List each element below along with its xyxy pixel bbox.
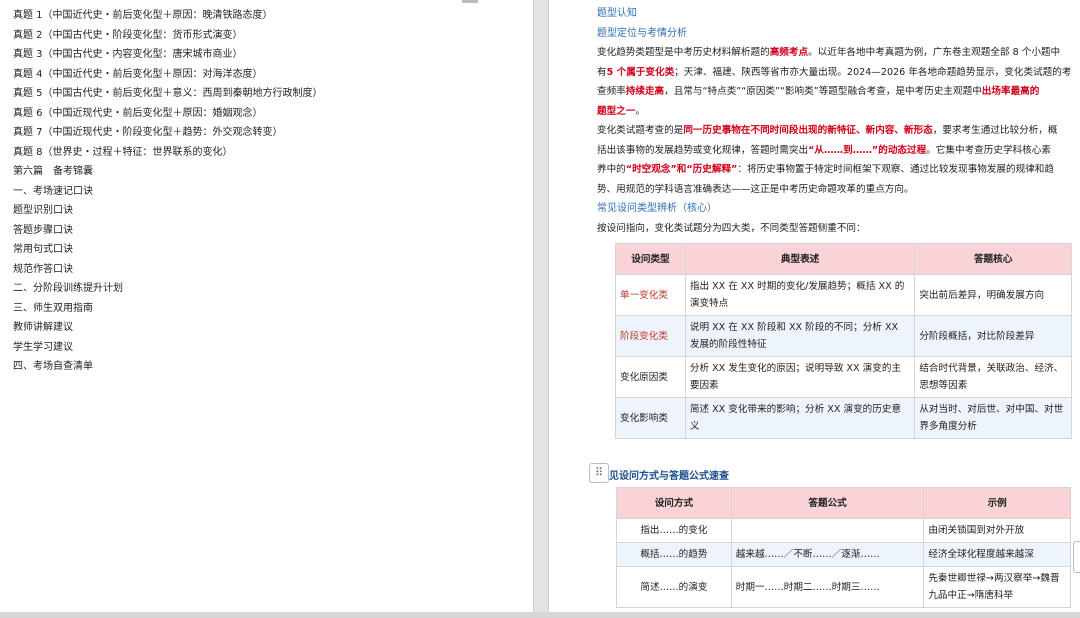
left-page: 真题 1（中国近代史・前后变化型＋原因：晚清铁路态度） 真题 2（中国古代史・阶… bbox=[0, 0, 534, 612]
table-header: 典型表述 bbox=[684, 243, 916, 275]
question-type-table: 设问类型 典型表述 答题核心 单一变化类 指出 XX 在 XX 时期的变化/发展… bbox=[615, 243, 1072, 439]
table-cell: 简述 XX 变化带来的影响；分析 XX 演变的历史意义 bbox=[684, 397, 916, 439]
heading-formula-lookup: 见设问方式与答题公式速查 bbox=[609, 471, 729, 482]
outline-item[interactable]: 真题 7（中国近现代史・阶段变化型＋趋势：外交观念转变） bbox=[13, 123, 323, 143]
top-marker bbox=[462, 0, 478, 3]
document-body: 题型认知 题型定位与考情分析 变化趋势类题型是中考历史材料解析题的高频考点。以近… bbox=[597, 4, 1077, 238]
page-gutter bbox=[534, 0, 548, 612]
table-row: 指出……的变化 由闭关锁国到对外开放 bbox=[616, 518, 1071, 543]
outline-item[interactable]: 三、师生双用指南 bbox=[13, 299, 323, 319]
outline-item[interactable]: 常用句式口诀 bbox=[13, 240, 323, 260]
outline-item[interactable]: 答题步骤口诀 bbox=[13, 221, 323, 241]
paragraph-line: 题型之一。 bbox=[597, 105, 645, 117]
paragraph-line: 变化类试题考查的是同一历史事物在不同时间段出现的新特征、新内容、新形态，要求考生… bbox=[597, 125, 1058, 136]
outline-item[interactable]: 真题 4（中国近代史・前后变化型＋原因：对海洋态度） bbox=[13, 65, 323, 85]
table-cell: 先秦世卿世禄→两汉察举→魏晋九品中正→隋唐科举 bbox=[923, 566, 1071, 608]
outline-item[interactable]: 真题 8（世界史・过程＋特征：世界联系的变化） bbox=[13, 143, 323, 163]
paragraph-line: 括出该事物的发展趋势或变化规律，答题时需突出“从……到……”的动态过程。它集中考… bbox=[597, 144, 1051, 156]
outline-item[interactable]: 第六篇 备考锦囊 bbox=[13, 162, 323, 182]
table-cell: 分析 XX 发生变化的原因；说明导致 XX 演变的主要因素 bbox=[684, 356, 916, 398]
table-header: 设问类型 bbox=[615, 243, 686, 275]
table-header: 设问方式 bbox=[616, 487, 732, 519]
table-cell: 阶段变化类 bbox=[615, 315, 686, 357]
formula-table: 设问方式 答题公式 示例 指出……的变化 由闭关锁国到对外开放 概括……的趋势 … bbox=[616, 487, 1071, 608]
outline-item[interactable]: 真题 3（中国古代史・内容变化型：唐宋城市商业） bbox=[13, 45, 323, 65]
table-cell: 变化影响类 bbox=[615, 397, 686, 439]
outline-item[interactable]: 学生学习建议 bbox=[13, 338, 323, 358]
right-page: 题型认知 题型定位与考情分析 变化趋势类题型是中考历史材料解析题的高频考点。以近… bbox=[548, 0, 1080, 612]
table-cell: 结合时代背景，关联政治、经济、思想等因素 bbox=[914, 356, 1072, 398]
table-header: 答题公式 bbox=[730, 487, 925, 519]
table-cell: 由闭关锁国到对外开放 bbox=[923, 518, 1071, 543]
outline-item[interactable]: 题型识别口诀 bbox=[13, 201, 323, 221]
outline-item[interactable]: 真题 2（中国古代史・阶段变化型：货币形式演变） bbox=[13, 26, 323, 46]
table-row: 变化原因类 分析 XX 发生变化的原因；说明导致 XX 演变的主要因素 结合时代… bbox=[615, 356, 1072, 398]
paragraph-line: 变化趋势类题型是中考历史材料解析题的高频考点。以近年各地中考真题为例，广东卷主观… bbox=[597, 47, 1061, 58]
table-cell: 单一变化类 bbox=[615, 274, 686, 316]
table-cell: 从对当时、对后世、对中国、对世界多角度分析 bbox=[914, 397, 1072, 439]
paragraph-line: 有5 个属于变化类；天津、福建、陕西等省市亦大量出现。2024—2026 年各地… bbox=[597, 66, 1072, 78]
table-header: 答题核心 bbox=[914, 243, 1072, 275]
heading-question-types: 常见设问类型辨析（核心） bbox=[597, 203, 717, 214]
table-row: 变化影响类 简述 XX 变化带来的影响；分析 XX 演变的历史意义 从对当时、对… bbox=[615, 397, 1072, 439]
heading-positioning: 题型定位与考情分析 bbox=[597, 27, 687, 39]
table-cell: 变化原因类 bbox=[615, 356, 686, 398]
table-cell: 越来越……／不断……／逐渐…… bbox=[730, 542, 925, 567]
table-cell: 指出……的变化 bbox=[616, 518, 732, 543]
outline-item[interactable]: 真题 6（中国近现代史・前后变化型＋原因：婚姻观念） bbox=[13, 104, 323, 124]
table-row: 单一变化类 指出 XX 在 XX 时期的变化/发展趋势；概括 XX 的演变特点 … bbox=[615, 274, 1072, 316]
table-cell: 时期一……时期二……时期三…… bbox=[730, 566, 925, 608]
table-row: 概括……的趋势 越来越……／不断……／逐渐…… 经济全球化程度越来越深 bbox=[616, 542, 1071, 567]
table-cell bbox=[730, 518, 925, 543]
outline-item[interactable]: 规范作答口诀 bbox=[13, 260, 323, 280]
table-cell: 指出 XX 在 XX 时期的变化/发展趋势；概括 XX 的演变特点 bbox=[684, 274, 916, 316]
table-row: 简述……的演变 时期一……时期二……时期三…… 先秦世卿世禄→两汉察举→魏晋九品… bbox=[616, 566, 1071, 608]
outline-item[interactable]: 真题 5（中国古代史・前后变化型＋意义：西周到秦朝地方行政制度） bbox=[13, 84, 323, 104]
table-row: 阶段变化类 说明 XX 在 XX 阶段和 XX 阶段的不同；分析 XX 发展的阶… bbox=[615, 315, 1072, 357]
outline-item[interactable]: 二、分阶段训练提升计划 bbox=[13, 279, 323, 299]
paragraph-line: 按设问指向，变化类试题分为四大类，不同类型答题侧重不同： bbox=[597, 222, 866, 234]
side-panel-toggle[interactable] bbox=[1073, 541, 1080, 573]
horizontal-scrollbar[interactable] bbox=[0, 612, 1080, 618]
table-header: 示例 bbox=[923, 487, 1071, 519]
heading-type-recognition: 题型认知 bbox=[597, 8, 637, 19]
table-cell: 突出前后差异，明确发展方向 bbox=[914, 274, 1072, 316]
table-cell: 说明 XX 在 XX 阶段和 XX 阶段的不同；分析 XX 发展的阶段性特征 bbox=[684, 315, 916, 357]
outline-item[interactable]: 一、考场速记口诀 bbox=[13, 182, 323, 202]
paragraph-line: 养中的“时空观念”和“历史解释”：将历史事物置于特定时间框架下观察、通过比较发现… bbox=[597, 164, 1054, 175]
table-cell: 简述……的演变 bbox=[616, 566, 732, 608]
outline-item[interactable]: 四、考场自查清单 bbox=[13, 357, 323, 377]
table-cell: 经济全球化程度越来越深 bbox=[923, 542, 1071, 567]
outline-item[interactable]: 教师讲解建议 bbox=[13, 318, 323, 338]
table-cell: 概括……的趋势 bbox=[616, 542, 732, 567]
outline-item[interactable]: 真题 1（中国近代史・前后变化型＋原因：晚清铁路态度） bbox=[13, 6, 323, 26]
outline-list: 真题 1（中国近代史・前后变化型＋原因：晚清铁路态度） 真题 2（中国古代史・阶… bbox=[13, 6, 323, 377]
paragraph-line: 查频率持续走高，且常与“特点类”“原因类”“影响类”等题型融合考查，是中考历史主… bbox=[597, 86, 1040, 97]
table-cell: 分阶段概括，对比阶段差异 bbox=[914, 315, 1072, 357]
paragraph-line: 势、用规范的学科语言准确表达——这正是中考历史命题攻革的重点方向。 bbox=[597, 183, 914, 195]
drag-handle-icon[interactable]: ⠿ bbox=[589, 463, 609, 483]
